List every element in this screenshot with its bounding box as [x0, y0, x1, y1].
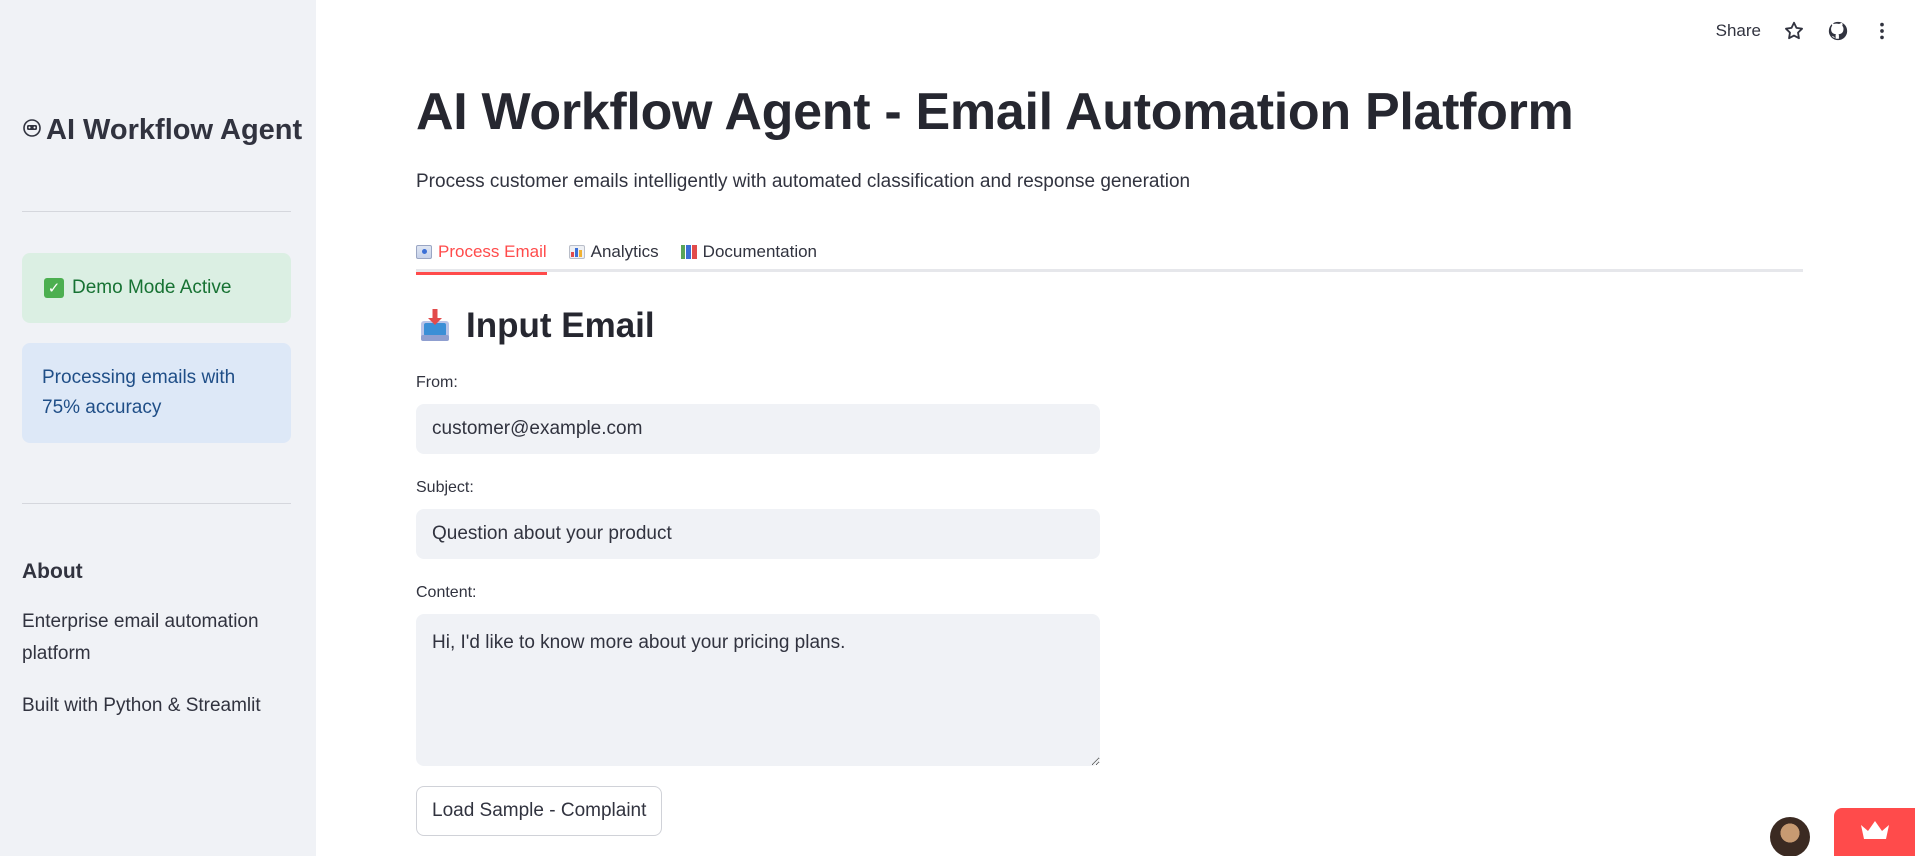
streamlit-badge[interactable] — [1834, 808, 1915, 856]
tab-process-email[interactable]: Process Email — [416, 229, 547, 275]
github-icon[interactable] — [1827, 20, 1849, 42]
sidebar-divider — [22, 503, 291, 504]
accuracy-info-text: Processing emails with 75% accuracy — [42, 367, 236, 418]
sidebar-divider — [22, 211, 291, 212]
sidebar-title-text: AI Workflow Agent — [46, 114, 303, 146]
tab-documentation[interactable]: Documentation — [680, 229, 818, 272]
built-with-text: Built with Python & Streamlit — [22, 695, 261, 716]
demo-mode-text: Demo Mode Active — [72, 277, 232, 298]
avatar[interactable] — [1770, 817, 1810, 856]
section-title-text: Input Email — [466, 306, 655, 345]
about-heading: About — [22, 560, 83, 583]
from-label: From: — [416, 374, 458, 391]
tab-label: Process Email — [438, 241, 547, 261]
page-title: AI Workflow Agent - Email Automation Pla… — [416, 83, 1574, 141]
sidebar: AI Workflow Agent ✓ Demo Mode Active Pro… — [0, 0, 316, 856]
from-input[interactable] — [416, 404, 1100, 454]
demo-mode-alert: ✓ Demo Mode Active — [22, 253, 291, 323]
load-sample-complaint-button[interactable]: Load Sample - Complaint — [416, 786, 663, 836]
page-subtitle: Process customer emails intelligently wi… — [416, 171, 1191, 192]
email-icon — [416, 244, 432, 259]
inbox-tray-icon — [416, 307, 454, 345]
books-icon — [680, 244, 697, 259]
checkmark-icon: ✓ — [44, 278, 64, 298]
tab-label: Documentation — [702, 241, 818, 261]
accuracy-info-alert: Processing emails with 75% accuracy — [22, 343, 291, 443]
about-text: Enterprise email automation platform — [22, 611, 259, 664]
content-label: Content: — [416, 584, 477, 601]
star-icon[interactable] — [1783, 20, 1805, 42]
subject-input[interactable] — [416, 509, 1100, 559]
bar-chart-icon — [568, 244, 585, 259]
share-button[interactable]: Share — [1716, 21, 1761, 41]
section-title: Input Email — [416, 306, 655, 346]
tab-label: Analytics — [590, 241, 659, 261]
robot-icon — [22, 118, 42, 144]
more-menu-icon[interactable] — [1871, 20, 1893, 42]
sidebar-title: AI Workflow Agent — [22, 114, 302, 147]
header-actions: Share — [1716, 20, 1893, 42]
subject-label: Subject: — [416, 479, 474, 496]
crown-icon — [1859, 819, 1891, 846]
tab-bar: Process Email Analytics Documentation — [416, 229, 1803, 275]
tab-analytics[interactable]: Analytics — [568, 229, 659, 272]
content-textarea[interactable]: Hi, I'd like to know more about your pri… — [416, 614, 1100, 766]
